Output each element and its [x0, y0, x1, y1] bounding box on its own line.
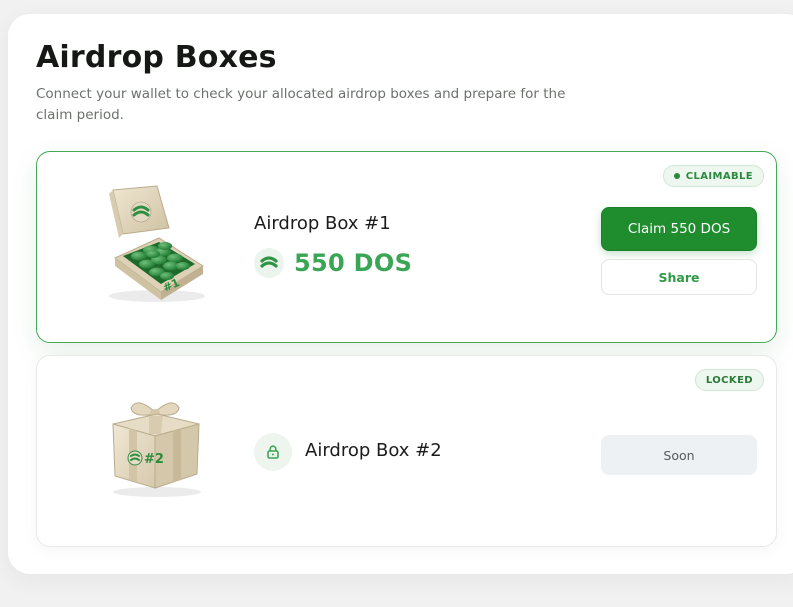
airdrop-box-card-1: CLAIMABLE #1 Airdrop Box #1 550 DOS Clai… [36, 151, 777, 343]
dos-coin-icon [254, 248, 284, 278]
open-box-image: #1 [109, 185, 205, 302]
box-number-label: #2 [144, 452, 164, 467]
box-name: Airdrop Box #2 [305, 440, 442, 461]
status-badge-label: CLAIMABLE [685, 170, 753, 182]
soon-button[interactable]: Soon [601, 435, 757, 475]
gift-box-image: #2 [112, 402, 201, 497]
share-button[interactable]: Share [601, 259, 757, 295]
status-badge-label: LOCKED [705, 374, 753, 386]
status-dot-icon [673, 173, 680, 179]
status-badge-claimable: CLAIMABLE [662, 165, 764, 187]
amount-row: 550 DOS [254, 248, 412, 278]
airdrop-amount: 550 DOS [294, 249, 413, 277]
box-name: Airdrop Box #1 [254, 213, 391, 234]
page-subtitle: Connect your wallet to check your alloca… [36, 86, 566, 123]
airdrop-box-card-2: LOCKED #2 Airdrop Box #2 Soon [36, 355, 777, 547]
page-title: Airdrop Boxes [36, 40, 277, 75]
claim-button[interactable]: Claim 550 DOS [601, 207, 757, 251]
status-badge-locked: LOCKED [694, 369, 764, 391]
lock-icon [254, 433, 292, 471]
